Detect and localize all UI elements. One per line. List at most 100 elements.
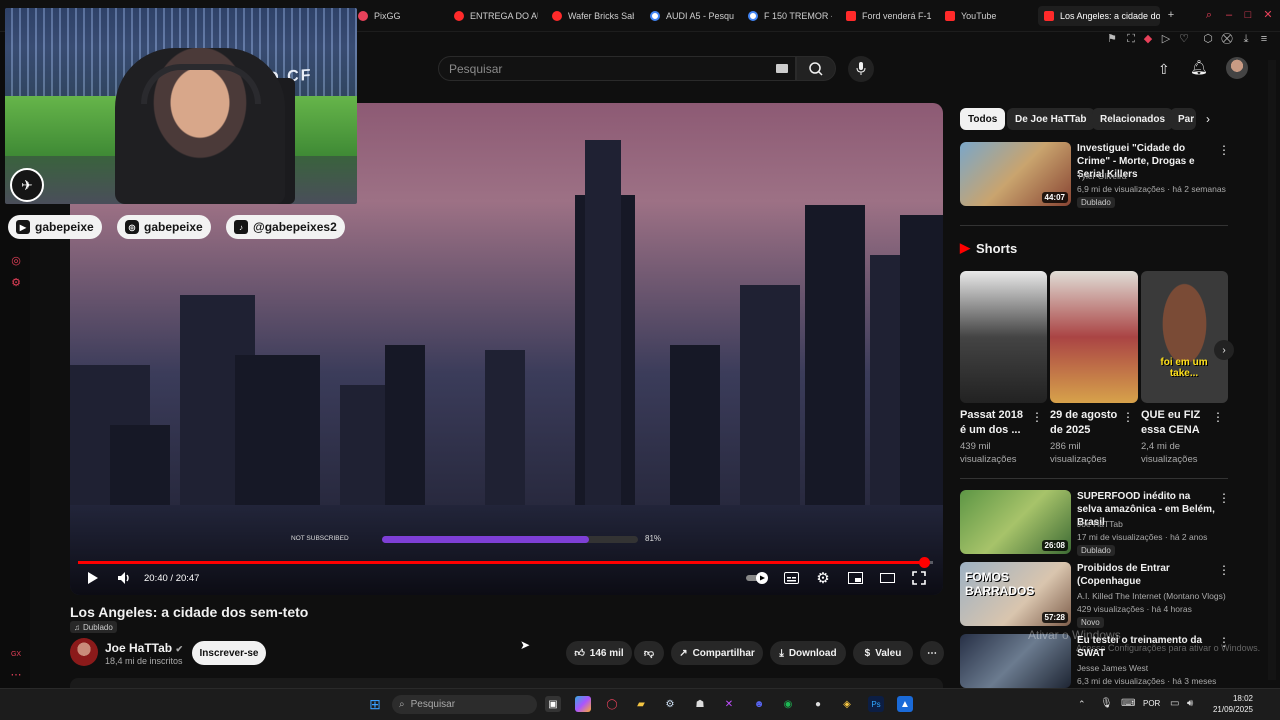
sidebar-icon[interactable]: ◎ <box>9 254 23 268</box>
upload-icon[interactable]: ⇧ <box>1158 61 1170 78</box>
maximize-icon[interactable]: □ <box>1242 9 1254 21</box>
more-vertical-icon[interactable]: ⋮ <box>1212 410 1224 424</box>
tab-audi[interactable]: AUDI A5 - Pesqui <box>650 6 734 26</box>
more-vertical-icon[interactable]: ⋮ <box>1031 410 1043 424</box>
chip-all[interactable]: Todos <box>960 108 1006 130</box>
share-button[interactable]: ↗ Compartilhar <box>671 641 763 665</box>
like-button[interactable]: 👍︎ 146 mil <box>566 641 632 665</box>
more-actions-button[interactable]: ⋯ <box>920 641 944 665</box>
theater-mode-button[interactable] <box>879 570 895 586</box>
shorts-next-icon[interactable]: › <box>1214 340 1234 360</box>
menu-icon[interactable]: ≡ <box>1257 32 1271 46</box>
extensions-icon[interactable]: ⬡ <box>1201 32 1215 46</box>
tray-mic-icon[interactable]: 🎙︎ <box>1100 698 1113 709</box>
spotify-icon[interactable]: ◉ <box>780 696 796 712</box>
subscribe-button[interactable]: Inscrever-se <box>192 641 266 665</box>
task-view-icon[interactable]: ▣ <box>545 696 561 712</box>
downloads-icon[interactable]: ⤓ <box>1239 32 1253 46</box>
tab-youtube[interactable]: YouTube <box>945 6 1025 26</box>
app-icon[interactable]: ☗ <box>692 696 708 712</box>
language-indicator[interactable]: POR <box>1143 699 1160 708</box>
search-input[interactable]: Pesquisar <box>438 56 796 81</box>
play-icon[interactable]: ▷ <box>1159 32 1173 46</box>
tray-volume-icon[interactable]: 🔊︎ <box>1187 698 1193 709</box>
tab-ford[interactable]: Ford venderá F-1 <box>846 6 932 26</box>
play-button[interactable] <box>86 570 100 586</box>
short-title[interactable]: Passat 2018 é um dos ... <box>960 408 1030 438</box>
new-tab-icon[interactable]: + <box>1165 9 1177 21</box>
bookmark-icon[interactable]: ⚑ <box>1105 32 1119 46</box>
dislike-button[interactable]: 👎︎ <box>634 641 664 665</box>
tab-wafer[interactable]: Wafer Bricks Sab <box>552 6 634 26</box>
short-title[interactable]: 29 de agosto de 2025 <box>1050 408 1120 438</box>
steam-icon[interactable]: ⚙ <box>662 696 678 712</box>
video-title[interactable]: Proibidos de Entrar (Copenhague <box>1077 562 1217 588</box>
app3-icon[interactable]: ▲ <box>897 696 913 712</box>
tab-entrega[interactable]: ENTREGA DO AU <box>454 6 538 26</box>
capcut-icon[interactable]: ✕ <box>721 696 737 712</box>
video-thumbnail[interactable]: FOMOS BARRADOS 57:28 <box>960 562 1071 626</box>
notifications-bell-icon[interactable]: 🔔︎ <box>1190 59 1208 76</box>
shield-icon[interactable]: ◆ <box>1141 32 1155 46</box>
gx-icon[interactable]: GX <box>9 648 23 662</box>
photoshop-icon[interactable]: Ps <box>868 696 884 712</box>
tab-f150[interactable]: F 150 TREMOR - <box>748 6 832 26</box>
fullscreen-button[interactable] <box>911 570 927 586</box>
thanks-button[interactable]: $ Valeu <box>853 641 913 665</box>
channel-name[interactable]: Jesse James West <box>1077 663 1148 673</box>
chips-next-icon[interactable]: › <box>1206 112 1210 126</box>
chip-from-channel[interactable]: De Joe HaTTab <box>1007 108 1095 130</box>
minimize-icon[interactable]: – <box>1223 9 1235 21</box>
taskbar-search[interactable]: ⌕ Pesquisar <box>392 695 537 714</box>
miniplayer-button[interactable] <box>847 570 863 586</box>
short-thumbnail[interactable] <box>1050 271 1138 403</box>
download-button[interactable]: ⤓ Download <box>770 641 846 665</box>
volume-button[interactable] <box>116 570 132 586</box>
short-thumbnail[interactable] <box>960 271 1047 403</box>
chip-related[interactable]: Relacionados <box>1092 108 1174 130</box>
tab-los-angeles[interactable]: Los Angeles: a cidade dos <box>1038 6 1160 26</box>
more-vertical-icon[interactable]: ⋮ <box>1218 143 1230 157</box>
app2-icon[interactable]: ◈ <box>839 696 855 712</box>
short-title[interactable]: QUE eu FIZ essa CENA <box>1141 408 1211 438</box>
cart-icon[interactable]: ⛒ <box>1220 32 1234 46</box>
account-avatar[interactable] <box>1226 57 1248 79</box>
video-thumbnail[interactable]: 26:08 <box>960 490 1071 554</box>
tray-keyboard-icon[interactable]: ⌨ <box>1121 698 1135 709</box>
chip-partial[interactable]: Par <box>1170 108 1196 130</box>
start-menu-icon[interactable]: ⊞ <box>367 696 383 712</box>
close-window-icon[interactable]: ✕ <box>1262 9 1274 21</box>
file-explorer-icon[interactable]: ▰ <box>633 696 649 712</box>
screenshot-icon[interactable]: ⛶ <box>1124 32 1138 46</box>
more-icon[interactable]: ⋯ <box>9 668 23 682</box>
tray-network-icon[interactable]: ▭ <box>1170 698 1179 709</box>
channel-name[interactable]: Joe HaTTab ✔ <box>105 641 183 655</box>
more-vertical-icon[interactable]: ⋮ <box>1218 491 1230 505</box>
taskbar-clock[interactable]: 18:02 21/09/2025 <box>1205 693 1253 715</box>
video-thumbnail[interactable]: 44:07 <box>960 142 1071 206</box>
subtitles-button[interactable] <box>783 570 799 586</box>
video-thumbnail[interactable] <box>960 634 1071 688</box>
tray-chevron-icon[interactable]: ⌃ <box>1078 699 1086 710</box>
description-box[interactable] <box>70 678 943 688</box>
copilot-icon[interactable] <box>575 696 591 712</box>
settings-icon[interactable]: ⚙ <box>9 276 23 290</box>
settings-gear-icon[interactable]: ⚙ <box>815 570 831 587</box>
more-vertical-icon[interactable]: ⋮ <box>1218 563 1230 577</box>
channel-name[interactable]: A.I. Killed The Internet (Montano Vlogs) <box>1077 591 1226 601</box>
opera-gx-icon[interactable]: ◯ <box>604 696 620 712</box>
short-thumbnail[interactable]: foi em um take... <box>1141 271 1228 403</box>
tab-search-icon[interactable]: ⌕ <box>1203 9 1215 21</box>
obs-icon[interactable]: ● <box>810 696 826 712</box>
heart-icon[interactable]: ♡ <box>1177 32 1191 46</box>
tab-pixgg[interactable]: PixGG <box>358 6 440 26</box>
channel-name[interactable]: Joe HaTTab <box>1077 519 1123 529</box>
page-scrollbar[interactable] <box>1268 60 1276 680</box>
channel-name[interactable]: Tyler Oliveira <box>1077 171 1127 181</box>
voice-search-button[interactable] <box>848 56 874 82</box>
search-button[interactable] <box>796 56 836 81</box>
keyboard-icon[interactable] <box>776 64 788 73</box>
channel-avatar[interactable] <box>70 638 98 666</box>
discord-icon[interactable]: ☻ <box>751 696 767 712</box>
more-vertical-icon[interactable]: ⋮ <box>1122 410 1134 424</box>
